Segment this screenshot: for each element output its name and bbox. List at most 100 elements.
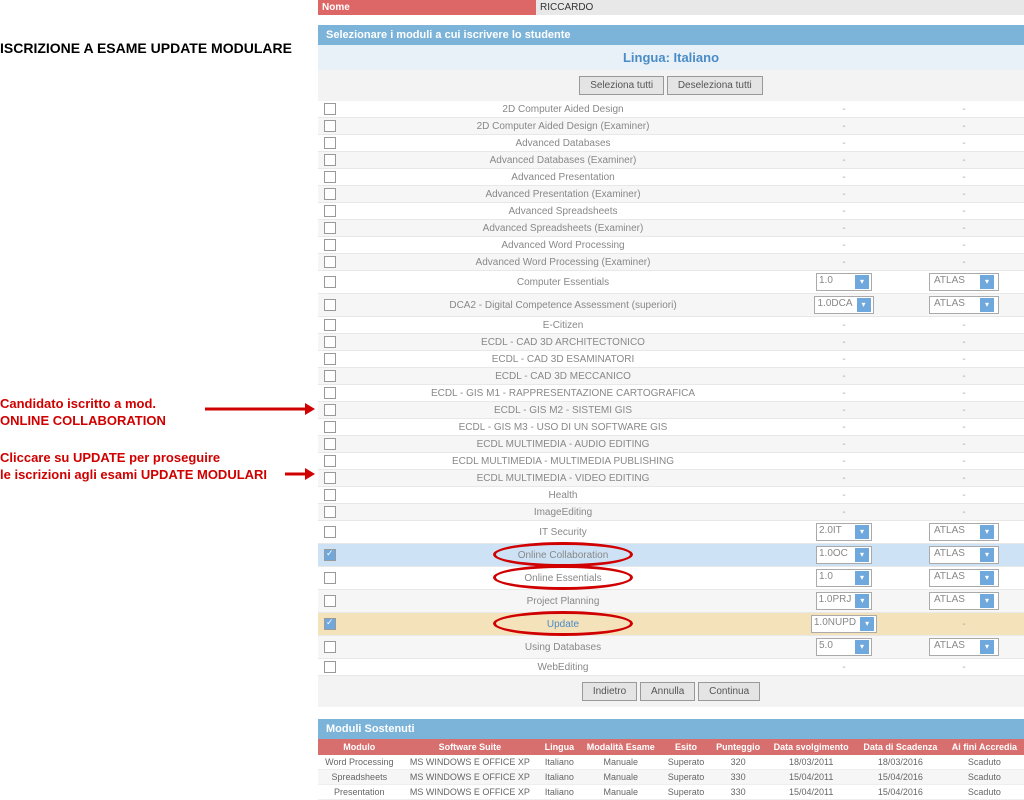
version-select[interactable]: 1.0NUPD▾ bbox=[811, 615, 877, 633]
atlas-select[interactable]: ATLAS▾ bbox=[929, 638, 999, 656]
module-name: WebEditing bbox=[342, 659, 784, 676]
atlas-select[interactable]: ATLAS▾ bbox=[929, 569, 999, 587]
module-row: ECDL - CAD 3D ARCHITECTONICO-- bbox=[318, 334, 1024, 351]
sost-cell: Word Processing bbox=[318, 755, 401, 770]
empty-dash: - bbox=[962, 388, 965, 399]
chevron-down-icon: ▾ bbox=[855, 548, 869, 562]
module-name: Advanced Word Processing (Examiner) bbox=[342, 254, 784, 271]
module-checkbox[interactable] bbox=[324, 438, 336, 450]
nome-value: RICCARDO bbox=[536, 0, 1024, 15]
version-select[interactable]: 2.0IT▾ bbox=[816, 523, 872, 541]
module-checkbox[interactable] bbox=[324, 526, 336, 538]
empty-dash: - bbox=[962, 320, 965, 331]
empty-dash: - bbox=[842, 405, 845, 416]
sost-header-cell: Modulo bbox=[318, 739, 401, 755]
module-checkbox[interactable] bbox=[324, 572, 336, 584]
module-checkbox[interactable] bbox=[324, 641, 336, 653]
module-row: Advanced Spreadsheets (Examiner)-- bbox=[318, 220, 1024, 237]
module-checkbox[interactable] bbox=[324, 404, 336, 416]
empty-dash: - bbox=[962, 257, 965, 268]
version-select[interactable]: 1.0OC▾ bbox=[816, 546, 872, 564]
empty-dash: - bbox=[842, 456, 845, 467]
module-checkbox[interactable] bbox=[324, 137, 336, 149]
atlas-select[interactable]: ATLAS▾ bbox=[929, 592, 999, 610]
module-name: E-Citizen bbox=[342, 317, 784, 334]
module-row: ECDL MULTIMEDIA - MULTIMEDIA PUBLISHING-… bbox=[318, 453, 1024, 470]
module-name: ECDL - GIS M2 - SISTEMI GIS bbox=[342, 402, 784, 419]
empty-dash: - bbox=[842, 507, 845, 518]
atlas-select[interactable]: ATLAS▾ bbox=[929, 296, 999, 314]
module-checkbox[interactable] bbox=[324, 205, 336, 217]
module-row: 2D Computer Aided Design-- bbox=[318, 101, 1024, 118]
sost-row: Word ProcessingMS WINDOWS E OFFICE XPIta… bbox=[318, 755, 1024, 770]
empty-dash: - bbox=[842, 422, 845, 433]
module-checkbox[interactable] bbox=[324, 154, 336, 166]
sost-header-cell: Data svolgimento bbox=[766, 739, 856, 755]
module-checkbox[interactable] bbox=[324, 103, 336, 115]
module-row: ECDL - CAD 3D ESAMINATORI-- bbox=[318, 351, 1024, 368]
deselect-all-button[interactable]: Deseleziona tutti bbox=[667, 76, 763, 95]
sost-header-cell: Software Suite bbox=[401, 739, 539, 755]
module-checkbox[interactable] bbox=[324, 120, 336, 132]
empty-dash: - bbox=[962, 337, 965, 348]
version-select[interactable]: 5.0▾ bbox=[816, 638, 872, 656]
atlas-select[interactable]: ATLAS▾ bbox=[929, 546, 999, 564]
module-checkbox[interactable] bbox=[324, 489, 336, 501]
module-row: Advanced Databases-- bbox=[318, 135, 1024, 152]
sost-cell: Scaduto bbox=[945, 785, 1024, 800]
module-checkbox[interactable] bbox=[324, 455, 336, 467]
select-all-button[interactable]: Seleziona tutti bbox=[579, 76, 664, 95]
module-checkbox[interactable] bbox=[324, 256, 336, 268]
nome-label: Nome bbox=[318, 0, 536, 15]
module-checkbox[interactable] bbox=[324, 353, 336, 365]
sost-header-cell: Lingua bbox=[539, 739, 580, 755]
annulla-button[interactable]: Annulla bbox=[640, 682, 695, 701]
sost-cell: Italiano bbox=[539, 770, 580, 785]
module-checkbox[interactable] bbox=[324, 319, 336, 331]
module-row: Advanced Presentation (Examiner)-- bbox=[318, 186, 1024, 203]
version-select[interactable]: 1.0PRJ▾ bbox=[816, 592, 873, 610]
module-checkbox[interactable] bbox=[324, 299, 336, 311]
module-checkbox[interactable] bbox=[324, 421, 336, 433]
module-checkbox[interactable] bbox=[324, 171, 336, 183]
module-name[interactable]: Update bbox=[342, 613, 784, 636]
chevron-down-icon: ▾ bbox=[860, 617, 874, 631]
version-select[interactable]: 1.0DCA▾ bbox=[814, 296, 873, 314]
empty-dash: - bbox=[962, 189, 965, 200]
sost-header-cell: Esito bbox=[662, 739, 710, 755]
page-annotation-title: ISCRIZIONE A ESAME UPDATE MODULARE bbox=[0, 40, 318, 56]
chevron-down-icon: ▾ bbox=[855, 640, 869, 654]
module-checkbox[interactable] bbox=[324, 370, 336, 382]
atlas-select[interactable]: ATLAS▾ bbox=[929, 273, 999, 291]
sost-cell: Superato bbox=[662, 755, 710, 770]
atlas-select[interactable]: ATLAS▾ bbox=[929, 523, 999, 541]
sost-cell: MS WINDOWS E OFFICE XP bbox=[401, 785, 539, 800]
version-select[interactable]: 1.0▾ bbox=[816, 569, 872, 587]
module-checkbox[interactable] bbox=[324, 472, 336, 484]
module-checkbox[interactable] bbox=[324, 387, 336, 399]
sost-cell: MS WINDOWS E OFFICE XP bbox=[401, 770, 539, 785]
sost-cell: Superato bbox=[662, 785, 710, 800]
continua-button[interactable]: Continua bbox=[698, 682, 760, 701]
module-name[interactable]: Online Essentials bbox=[342, 567, 784, 590]
module-checkbox[interactable] bbox=[324, 595, 336, 607]
module-name[interactable]: Online Collaboration bbox=[342, 544, 784, 567]
module-checkbox[interactable] bbox=[324, 336, 336, 348]
version-select[interactable]: 1.0▾ bbox=[816, 273, 872, 291]
module-row: Project Planning1.0PRJ▾ATLAS▾ bbox=[318, 590, 1024, 613]
module-checkbox[interactable] bbox=[324, 239, 336, 251]
module-name: Advanced Databases bbox=[342, 135, 784, 152]
module-row: Advanced Word Processing-- bbox=[318, 237, 1024, 254]
module-checkbox[interactable] bbox=[324, 618, 336, 630]
module-checkbox[interactable] bbox=[324, 661, 336, 673]
module-checkbox[interactable] bbox=[324, 506, 336, 518]
indietro-button[interactable]: Indietro bbox=[582, 682, 637, 701]
sost-cell: 320 bbox=[710, 755, 766, 770]
module-checkbox[interactable] bbox=[324, 276, 336, 288]
module-row: ImageEditing-- bbox=[318, 504, 1024, 521]
empty-dash: - bbox=[962, 223, 965, 234]
module-checkbox[interactable] bbox=[324, 222, 336, 234]
module-checkbox[interactable] bbox=[324, 188, 336, 200]
module-row: Advanced Databases (Examiner)-- bbox=[318, 152, 1024, 169]
module-checkbox[interactable] bbox=[324, 549, 336, 561]
